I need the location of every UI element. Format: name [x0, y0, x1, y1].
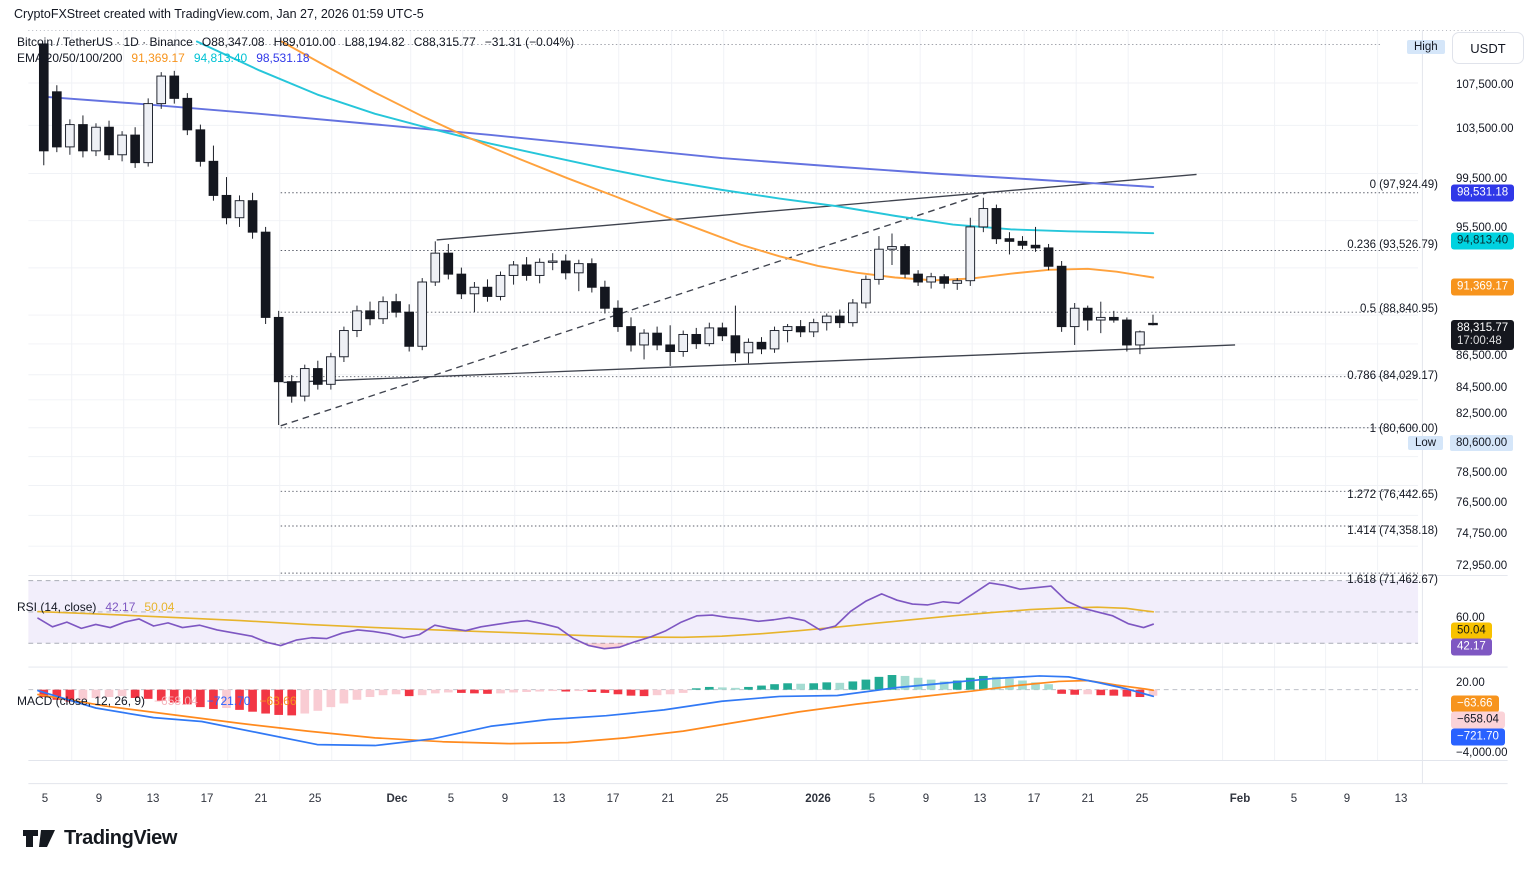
fib-level-label: 1.618 (71,462.67): [1347, 574, 1438, 586]
time-axis-label[interactable]: 13: [974, 793, 987, 805]
price-axis-label: 86,500.00: [1456, 350, 1507, 362]
currency-unit-button[interactable]: USDT: [1452, 32, 1524, 64]
price-axis-label: 80,600.00: [1450, 435, 1513, 451]
ohlc-value: H89,010.00: [274, 35, 336, 49]
time-axis-label[interactable]: 13: [553, 793, 566, 805]
symbol-legend[interactable]: Bitcoin / TetherUS · 1D · Binance O88,347…: [17, 35, 574, 49]
price-axis-badge: −658.04: [1451, 712, 1505, 729]
price-axis-badge: 91,369.17: [1451, 279, 1514, 296]
time-axis-label[interactable]: 5: [448, 793, 454, 805]
time-axis-label[interactable]: 17: [201, 793, 214, 805]
macd-value: −658.04: [154, 694, 198, 708]
ema-100-line: [197, 42, 1153, 234]
price-axis-badge: 50.04: [1451, 623, 1492, 640]
candlesticks[interactable]: [39, 44, 1157, 425]
high-marker-chip: High: [1407, 40, 1445, 54]
rsi-value: 50.04: [144, 600, 174, 614]
fib-level-label: 0.5 (88,840.95): [1360, 303, 1438, 315]
rsi-legend[interactable]: RSI (14, close) 42.17 50.04: [17, 600, 174, 614]
time-axis-label[interactable]: 21: [1082, 793, 1095, 805]
attribution-header: CryptoFXStreet created with TradingView.…: [14, 7, 424, 21]
price-axis-badge: 42.17: [1451, 639, 1492, 656]
tradingview-chart-page: CryptoFXStreet created with TradingView.…: [0, 0, 1536, 869]
tradingview-logo-text: TradingView: [64, 827, 177, 850]
time-axis-label[interactable]: 9: [1344, 793, 1350, 805]
ema-value: 98,531.18: [256, 51, 309, 65]
macd-value: −63.66: [259, 694, 296, 708]
tradingview-logo-icon: [22, 826, 56, 850]
ohlc-value: O88,347.08: [202, 35, 265, 49]
macd-legend[interactable]: MACD (close, 12, 26, 9) −658.04 −721.70 −63…: [17, 694, 297, 708]
fib-level-label: 0.236 (93,526.79): [1347, 239, 1438, 251]
time-axis-label[interactable]: Feb: [1230, 793, 1250, 805]
price-axis-label: 107,500.00: [1456, 79, 1514, 91]
price-axis-label: 99,500.00: [1456, 173, 1507, 185]
time-axis-label[interactable]: 5: [42, 793, 48, 805]
price-axis-badge: −63.66: [1451, 696, 1499, 713]
time-axis-label[interactable]: 17: [1028, 793, 1041, 805]
low-marker-chip: Low: [1408, 436, 1443, 450]
price-axis-label: 76,500.00: [1456, 497, 1507, 509]
price-axis-label: −4,000.00: [1456, 747, 1507, 759]
fib-level-label: 0.786 (84,029.17): [1347, 370, 1438, 382]
time-axis-label[interactable]: Dec: [386, 793, 407, 805]
fib-level-label: 1.414 (74,358.18): [1347, 525, 1438, 537]
ohlc-value: C88,315.77: [414, 35, 476, 49]
time-axis-label[interactable]: 21: [255, 793, 268, 805]
time-axis-label[interactable]: 21: [662, 793, 675, 805]
time-axis-label[interactable]: 9: [96, 793, 102, 805]
time-axis-label[interactable]: 25: [716, 793, 729, 805]
ema-legend[interactable]: EMA 20/50/100/200 91,369.17 94,813.40 98,53…: [17, 51, 310, 65]
ohlc-value: −31.31 (−0.04%): [485, 35, 574, 49]
time-axis-label[interactable]: 5: [1291, 793, 1297, 805]
fib-level-label: 0 (97,924.49): [1370, 179, 1438, 191]
macd-value: −721.70: [207, 694, 251, 708]
price-axis-label: 103,500.00: [1456, 123, 1514, 135]
time-axis-label[interactable]: 2026: [805, 793, 831, 805]
fib-level-label: 1.272 (76,442.65): [1347, 489, 1438, 501]
ohlc-value: L88,194.82: [345, 35, 405, 49]
time-axis-label[interactable]: 17: [607, 793, 620, 805]
price-axis-badge: 94,813.40: [1451, 233, 1514, 250]
price-axis-label: 72,950.00: [1456, 560, 1507, 572]
rsi-legend-title: RSI (14, close): [17, 600, 96, 614]
time-axis-label[interactable]: 9: [502, 793, 508, 805]
symbol-title: Bitcoin / TetherUS · 1D · Binance: [17, 35, 193, 49]
time-axis-label[interactable]: 13: [1395, 793, 1408, 805]
price-axis-label: 74,750.00: [1456, 528, 1507, 540]
time-axis-label[interactable]: 5: [869, 793, 875, 805]
time-axis-label[interactable]: 9: [923, 793, 929, 805]
ema-legend-title: EMA 20/50/100/200: [17, 51, 122, 65]
fib-level-label: 1 (80,600.00): [1370, 423, 1438, 435]
macd-legend-title: MACD (close, 12, 26, 9): [17, 694, 145, 708]
price-axis-label: 78,500.00: [1456, 467, 1507, 479]
price-axis-label: 82,500.00: [1456, 408, 1507, 420]
price-axis-badge: −721.70: [1451, 729, 1505, 746]
time-axis-label[interactable]: 25: [309, 793, 322, 805]
ema-value: 91,369.17: [131, 51, 184, 65]
tradingview-logo[interactable]: TradingView: [22, 826, 177, 850]
time-axis-label[interactable]: 13: [147, 793, 160, 805]
price-axis-badge: 98,531.18: [1451, 185, 1514, 202]
price-axis-label: 20.00: [1456, 677, 1485, 689]
ema-value: 94,813.40: [194, 51, 247, 65]
price-axis-label: 84,500.00: [1456, 382, 1507, 394]
time-axis-label[interactable]: 25: [1136, 793, 1149, 805]
price-axis-badge: 88,315.7717:00:48: [1451, 320, 1514, 350]
rsi-value: 42.17: [105, 600, 135, 614]
